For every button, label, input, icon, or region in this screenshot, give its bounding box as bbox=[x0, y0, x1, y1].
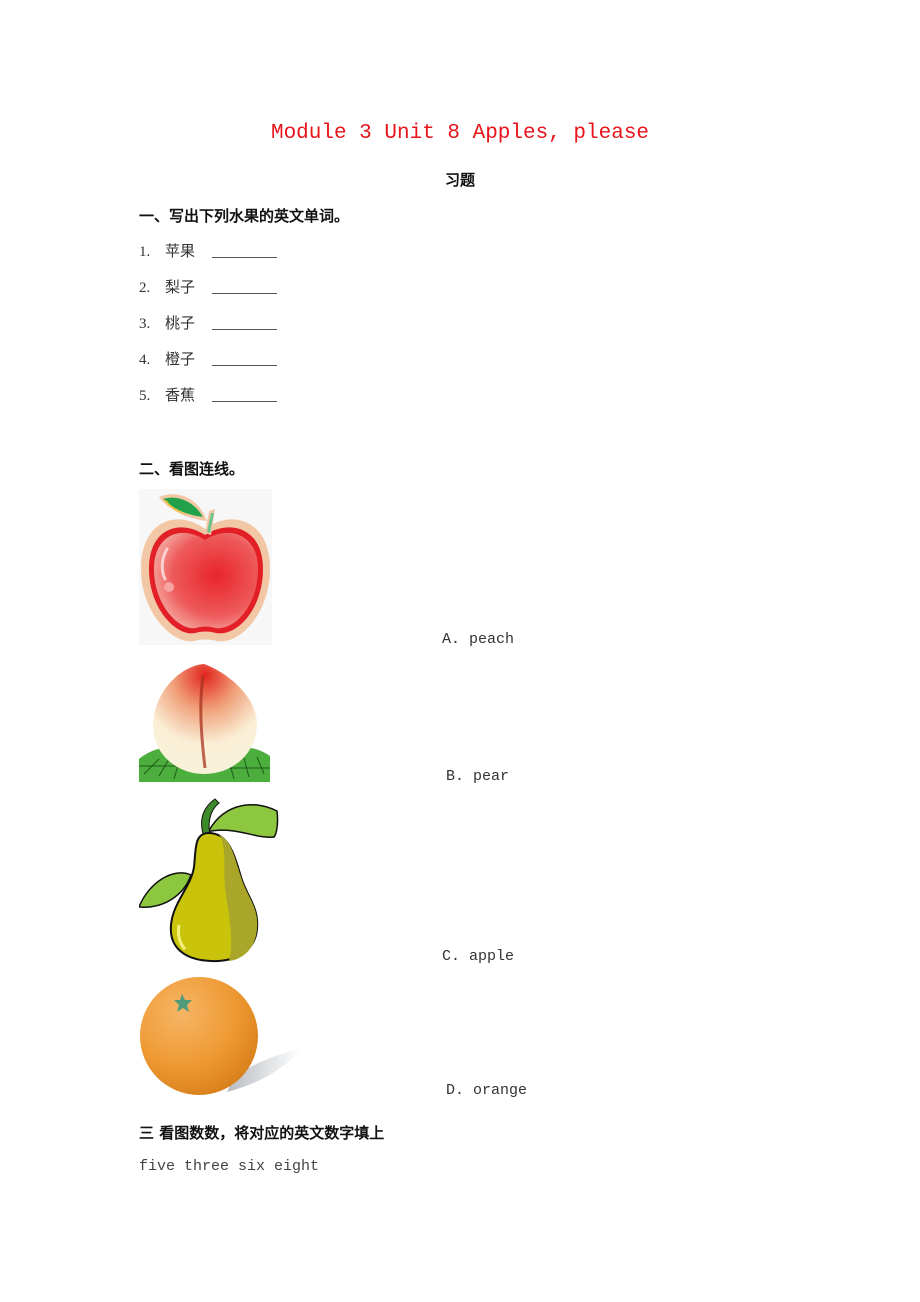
question-text: 香蕉 bbox=[165, 386, 196, 404]
question-item: 3. 桃子 bbox=[139, 311, 277, 333]
section1-heading: 一、写出下列水果的英文单词。 bbox=[139, 207, 350, 225]
question-number: 4. bbox=[139, 352, 151, 368]
question-item: 5. 香蕉 bbox=[139, 383, 277, 405]
option-c[interactable]: C. apple bbox=[442, 948, 514, 965]
answer-blank[interactable] bbox=[212, 329, 277, 330]
question-item: 4. 橙子 bbox=[139, 347, 277, 369]
word-bank: five three six eight bbox=[139, 1158, 320, 1175]
question-text: 苹果 bbox=[165, 242, 196, 260]
section3-heading: 三 看图数数，将对应的英文数字填上 bbox=[139, 1124, 385, 1142]
orange-image bbox=[139, 976, 301, 1098]
question-text: 橙子 bbox=[165, 350, 196, 368]
question-item: 1. 苹果 bbox=[139, 239, 277, 261]
pear-image bbox=[139, 797, 280, 963]
document-subtitle: 习题 bbox=[444, 171, 475, 189]
peach-image bbox=[139, 664, 270, 782]
answer-blank[interactable] bbox=[212, 257, 277, 258]
question-item: 2. 梨子 bbox=[139, 275, 277, 297]
answer-blank[interactable] bbox=[212, 401, 277, 402]
question-text: 梨子 bbox=[165, 278, 196, 296]
option-a[interactable]: A. peach bbox=[442, 631, 514, 648]
section2-heading: 二、看图连线。 bbox=[139, 460, 245, 478]
document-title: Module 3 Unit 8 Apples, please bbox=[270, 122, 650, 145]
option-b[interactable]: B. pear bbox=[446, 768, 509, 785]
question-number: 2. bbox=[139, 280, 151, 296]
option-d[interactable]: D. orange bbox=[446, 1082, 527, 1099]
question-number: 3. bbox=[139, 316, 151, 332]
question-number: 1. bbox=[139, 244, 151, 260]
answer-blank[interactable] bbox=[212, 365, 277, 366]
question-text: 桃子 bbox=[165, 314, 196, 332]
apple-image bbox=[139, 489, 272, 645]
answer-blank[interactable] bbox=[212, 293, 277, 294]
question-number: 5. bbox=[139, 388, 151, 404]
